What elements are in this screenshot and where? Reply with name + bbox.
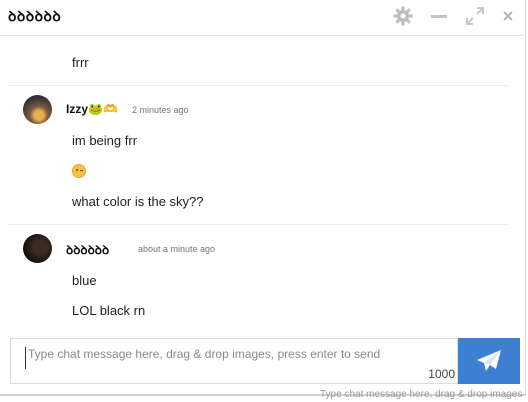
gear-icon[interactable] xyxy=(391,4,415,28)
message-author[interactable]: ꝺꝺꝺꝺꝺꝺ xyxy=(66,241,109,258)
message-divider xyxy=(8,224,508,225)
chat-title: ꝺꝺꝺꝺꝺꝺ xyxy=(8,8,62,24)
message-author[interactable]: Izzy🐸🫶 xyxy=(66,102,118,116)
message-text: im being frr xyxy=(72,133,138,148)
avatar[interactable] xyxy=(23,95,52,124)
character-counter: 1000 xyxy=(428,367,455,381)
message-text: what color is the sky?? xyxy=(72,194,204,209)
message-text: LOL black rn xyxy=(72,303,146,318)
message-list[interactable]: frrr Izzy🐸🫶 2 minutes ago im being frr w… xyxy=(0,37,526,335)
message-divider xyxy=(8,85,508,86)
wink-emoji-icon xyxy=(72,164,86,178)
message-text: frrr xyxy=(72,55,89,70)
avatar[interactable] xyxy=(23,234,52,263)
chat-message-input[interactable] xyxy=(25,347,448,369)
chat-window: ꝺꝺꝺꝺꝺꝺ frrr Izzy🐸🫶 2 minutes ago im bein… xyxy=(0,0,526,396)
chat-header: ꝺꝺꝺꝺꝺꝺ xyxy=(0,0,526,36)
message-timestamp: about a minute ago xyxy=(138,244,216,254)
close-icon[interactable] xyxy=(496,4,520,28)
expand-icon[interactable] xyxy=(463,4,487,28)
send-button[interactable] xyxy=(458,338,520,384)
paper-plane-icon xyxy=(477,350,501,371)
background-composer-text: Type chat message here, drag & drop imag… xyxy=(320,389,523,400)
chat-composer: 1000 xyxy=(10,338,458,384)
minimize-icon[interactable] xyxy=(427,4,451,28)
message-text: blue xyxy=(72,273,97,288)
message-timestamp: 2 minutes ago xyxy=(132,105,189,115)
